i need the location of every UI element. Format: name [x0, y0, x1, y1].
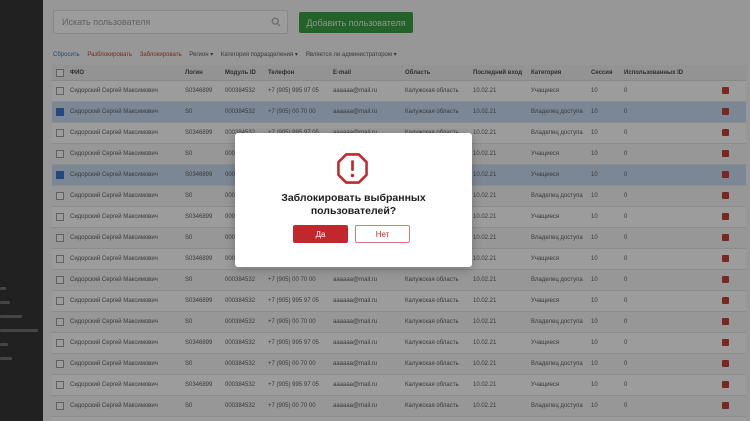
confirm-no-button[interactable]: Нет: [355, 225, 410, 243]
warning-octagon-icon: [337, 153, 368, 184]
dialog-message-line: пользователей?: [310, 205, 397, 217]
dialog-message: Заблокировать выбранных пользователей?: [235, 192, 472, 218]
confirm-yes-button[interactable]: Да: [293, 225, 348, 243]
dialog-message-line: Заблокировать выбранных: [281, 192, 426, 204]
confirm-block-dialog: Заблокировать выбранных пользователей? Д…: [235, 133, 472, 267]
